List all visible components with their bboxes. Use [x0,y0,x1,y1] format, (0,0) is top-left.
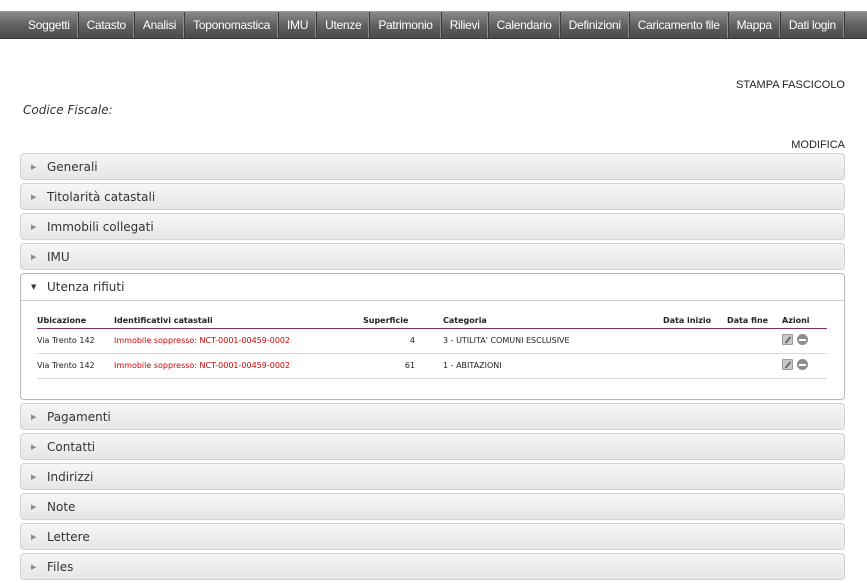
section-generali[interactable]: ▶ Generali [20,153,845,180]
section-label: Note [47,499,76,514]
col-identificativi: Identificativi catastali [114,314,338,329]
nav-utenze[interactable]: Utenze [317,12,371,38]
section-imu[interactable]: ▶ IMU [20,243,845,270]
triangle-right-icon: ▶ [31,192,37,201]
cell-identificativi[interactable]: Immobile soppresso: NCT-0001-00459-0002 [114,328,338,354]
triangle-right-icon: ▶ [31,162,37,171]
nav-toponomastica[interactable]: Toponomastica [185,12,279,38]
triangle-right-icon: ▶ [31,472,37,481]
nav-catasto[interactable]: Catasto [79,12,135,38]
triangle-down-icon: ▼ [31,283,37,291]
col-azioni: Azioni [782,314,827,329]
section-label: Files [47,559,74,574]
cell-azioni [782,353,827,379]
section-utenza-rifiuti-panel: ▼ Utenza rifiuti Ubicazione Identificati… [20,273,845,400]
edit-icon[interactable] [782,359,793,370]
table-row: Via Trento 142 Immobile soppresso: NCT-0… [37,328,827,354]
nav-imu[interactable]: IMU [279,12,318,38]
col-categoria: Categoria [443,314,663,329]
nav-analisi[interactable]: Analisi [135,12,186,38]
nav-caricamento-file[interactable]: Caricamento file [630,12,729,38]
cell-data-inizio [663,328,727,354]
cell-superficie: 61 [338,353,443,379]
col-ubicazione: Ubicazione [37,314,114,329]
section-label: Indirizzi [47,469,94,484]
triangle-right-icon: ▶ [31,532,37,541]
cell-azioni [782,328,827,354]
section-files[interactable]: ▶ Files [20,553,845,580]
table-row: Via Trento 142 Immobile soppresso: NCT-0… [37,353,827,379]
triangle-right-icon: ▶ [31,562,37,571]
remove-icon[interactable] [797,334,808,345]
sections-accordion: ▶ Generali ▶ Titolarità catastali ▶ Immo… [20,153,845,583]
stampa-fascicolo-link[interactable]: STAMPA FASCICOLO [736,79,845,91]
triangle-right-icon: ▶ [31,442,37,451]
modifica-link[interactable]: MODIFICA [791,139,845,151]
section-label: Lettere [47,529,90,544]
section-indirizzi[interactable]: ▶ Indirizzi [20,463,845,490]
cell-categoria: 3 - UTILITA' COMUNI ESCLUSIVE [443,328,663,354]
section-label: Contatti [47,439,96,454]
section-immobili[interactable]: ▶ Immobili collegati [20,213,845,240]
remove-icon[interactable] [797,359,808,370]
cell-data-inizio [663,353,727,379]
table-header-row: Ubicazione Identificativi catastali Supe… [37,314,827,329]
section-note[interactable]: ▶ Note [20,493,845,520]
section-contatti[interactable]: ▶ Contatti [20,433,845,460]
section-label: Pagamenti [47,409,111,424]
cell-ubicazione: Via Trento 142 [37,353,114,379]
cell-superficie: 4 [338,328,443,354]
nav-mappa[interactable]: Mappa [729,12,781,38]
triangle-right-icon: ▶ [31,502,37,511]
section-label: Utenza rifiuti [47,280,125,294]
section-label: IMU [47,249,70,264]
section-label: Immobili collegati [47,219,154,234]
triangle-right-icon: ▶ [31,222,37,231]
col-data-inizio: Data inizio [663,314,727,329]
triangle-right-icon: ▶ [31,412,37,421]
cell-ubicazione: Via Trento 142 [37,328,114,354]
cell-data-fine [727,353,782,379]
top-navigation: Soggetti Catasto Analisi Toponomastica I… [0,0,867,41]
edit-icon[interactable] [782,334,793,345]
cell-identificativi[interactable]: Immobile soppresso: NCT-0001-00459-0002 [114,353,338,379]
cell-data-fine [727,328,782,354]
nav-soggetti[interactable]: Soggetti [20,12,79,38]
nav-rilievi[interactable]: Rilievi [442,12,489,38]
triangle-right-icon: ▶ [31,252,37,261]
nav-patrimonio[interactable]: Patrimonio [370,12,442,38]
cell-categoria: 1 - ABITAZIONI [443,353,663,379]
section-label: Generali [47,159,98,174]
utenza-rifiuti-body: Ubicazione Identificativi catastali Supe… [21,301,844,399]
section-utenza-rifiuti[interactable]: ▼ Utenza rifiuti [21,274,844,301]
section-titolarita[interactable]: ▶ Titolarità catastali [20,183,845,210]
nav-calendario[interactable]: Calendario [489,12,561,38]
col-superficie: Superficie [338,314,443,329]
section-label: Titolarità catastali [47,189,156,204]
nav-definizioni[interactable]: Definizioni [561,12,630,38]
utenze-table: Ubicazione Identificativi catastali Supe… [37,314,827,379]
section-lettere[interactable]: ▶ Lettere [20,523,845,550]
codice-fiscale-label: Codice Fiscale: [23,103,113,117]
nav-dati-login[interactable]: Dati login [781,12,845,38]
nav-bar: Soggetti Catasto Analisi Toponomastica I… [0,11,867,39]
section-pagamenti[interactable]: ▶ Pagamenti [20,403,845,430]
col-data-fine: Data fine [727,314,782,329]
